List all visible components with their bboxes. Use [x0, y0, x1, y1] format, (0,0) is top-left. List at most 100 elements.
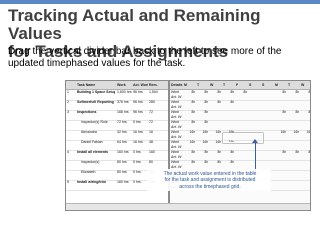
task-name: Inspections [77, 110, 97, 114]
timephased-value: 16h [202, 140, 208, 144]
time-header-cell: T [288, 83, 291, 87]
task-id: 2 [67, 100, 69, 104]
task-id: 4 [67, 150, 69, 154]
task-name: Softmerhell Reporting [77, 100, 114, 104]
project-screenshot: Task Name Work Act. Work Rem. Details M T W T F S S… [65, 80, 311, 211]
time-header-cell: S [262, 83, 265, 87]
timephased-value: 8h [230, 90, 234, 94]
time-header-cell: M [184, 83, 187, 87]
timephased-value: 8h [282, 150, 286, 154]
timephased-value: 16h [189, 130, 195, 134]
timephased-value: 16h [280, 130, 286, 134]
slide-accent-bar [0, 0, 320, 4]
timephased-value: 8h [295, 90, 299, 94]
timephased-value: 8h [308, 150, 311, 154]
task-actual-work: 0 hrs [133, 150, 141, 154]
task-name: Alexandra [81, 130, 97, 134]
table-header-cell: Act. Work [133, 83, 148, 87]
timephased-value: 8h [191, 150, 195, 154]
timephased-value: 8h [230, 160, 234, 164]
timephased-value: 8h [282, 90, 286, 94]
task-work: 64 hrs [117, 140, 127, 144]
task-work: 32 hrs [117, 130, 127, 134]
timephased-value: 8h [295, 150, 299, 154]
timephased-value: 8h [230, 100, 234, 104]
task-work: 72 hrs [117, 120, 127, 124]
task-actual-work: 16 hrs [133, 140, 143, 144]
timephased-value: 8h [230, 150, 234, 154]
timephased-value: 16h [306, 130, 311, 134]
caption-line3: across the timephased grid. [179, 183, 241, 190]
task-remaining: 16 [149, 130, 153, 134]
timephased-value: 8h [204, 90, 208, 94]
timephased-value: 8h [243, 90, 247, 94]
timephased-value: 8h [295, 110, 299, 114]
time-header-cell: M [275, 83, 278, 87]
task-actual-work: 16 hrs [133, 130, 143, 134]
task-name: Inspector(s) Role [81, 120, 108, 124]
task-remaining: 48 [149, 140, 153, 144]
time-header-cell: W [210, 83, 214, 87]
slide-title-line1: Tracking Actual and Remaining Values [8, 6, 261, 43]
timephased-value: 8h [204, 160, 208, 164]
timephased-value: 16h [189, 140, 195, 144]
time-header-cell: F [236, 83, 239, 87]
task-remaining: 72 [149, 110, 153, 114]
task-remaining: 1,504 [149, 90, 158, 94]
slide-instruction: Drag the vertical divider bar back to th… [8, 46, 282, 69]
task-actual-work: 96 hrs [133, 110, 143, 114]
table-header-row: Task Name Work Act. Work Rem. Details M T W T F S S… [66, 81, 310, 90]
task-actual-work: 0 hrs [133, 180, 141, 184]
timephased-value: 8h [191, 120, 195, 124]
timephased-value: 8h [217, 150, 221, 154]
task-name: Elizabeth [81, 170, 96, 174]
task-work: 80 hrs [117, 160, 127, 164]
time-header-cell: Details [171, 83, 183, 87]
task-work: 160 hrs [117, 150, 129, 154]
task-work: 80 hrs [117, 170, 127, 174]
table-header-cell: Rem. [149, 83, 158, 87]
task-work: 1,600 hrs [117, 90, 132, 94]
timephased-value: 8h [191, 90, 195, 94]
task-work: 376 hrs [117, 100, 129, 104]
timephased-value: 8h [204, 110, 208, 114]
task-name: Inspector(s) [81, 160, 100, 164]
task-remaining: 80 [149, 160, 153, 164]
callout-caption: The actual work value entered in the tab… [150, 171, 270, 190]
timephased-value: 8h [191, 160, 195, 164]
task-name: Install all elements [77, 150, 109, 154]
time-header-cell: S [249, 83, 252, 87]
task-name: Daniel Fabian [81, 140, 103, 144]
task-actual-work: 96 hrs [133, 90, 143, 94]
task-actual-work: 0 hrs [133, 120, 141, 124]
caption-line2: for the task and assignment is distribut… [164, 177, 256, 184]
table-header-cell: Work [117, 83, 126, 87]
task-actual-work: 0 hrs [133, 170, 141, 174]
task-remaining: 280 [149, 100, 155, 104]
timephased-value: 16h [215, 130, 221, 134]
task-name: Building 1 Space Setup [77, 90, 115, 94]
timephased-value: 16h [202, 130, 208, 134]
time-header-cell: W [301, 83, 305, 87]
timephased-value: 8h [204, 150, 208, 154]
timephased-value: 8h [191, 100, 195, 104]
timephased-value: 8h [204, 100, 208, 104]
task-actual-work: 96 hrs [133, 100, 143, 104]
timephased-value: 8h [191, 110, 195, 114]
timephased-value: 8h [282, 110, 286, 114]
timephased-value: 8h [217, 160, 221, 164]
table-header-cell: Task Name [77, 83, 96, 87]
timephased-value: 8h [217, 90, 221, 94]
timephased-value: 8h [217, 100, 221, 104]
task-remaining: 72 [149, 120, 153, 124]
task-work: 160 hrs [117, 180, 129, 184]
timephased-value: 16h [215, 140, 221, 144]
task-id: 3 [67, 110, 69, 114]
task-remaining: 160 [149, 150, 155, 154]
timephased-value: 8h [308, 110, 311, 114]
timephased-value: 8h [204, 120, 208, 124]
task-id: 1 [67, 90, 69, 94]
horizontal-scrollbar[interactable] [66, 203, 310, 210]
task-name: Install wiring/trim [77, 180, 106, 184]
timephased-value: 16h [293, 130, 299, 134]
